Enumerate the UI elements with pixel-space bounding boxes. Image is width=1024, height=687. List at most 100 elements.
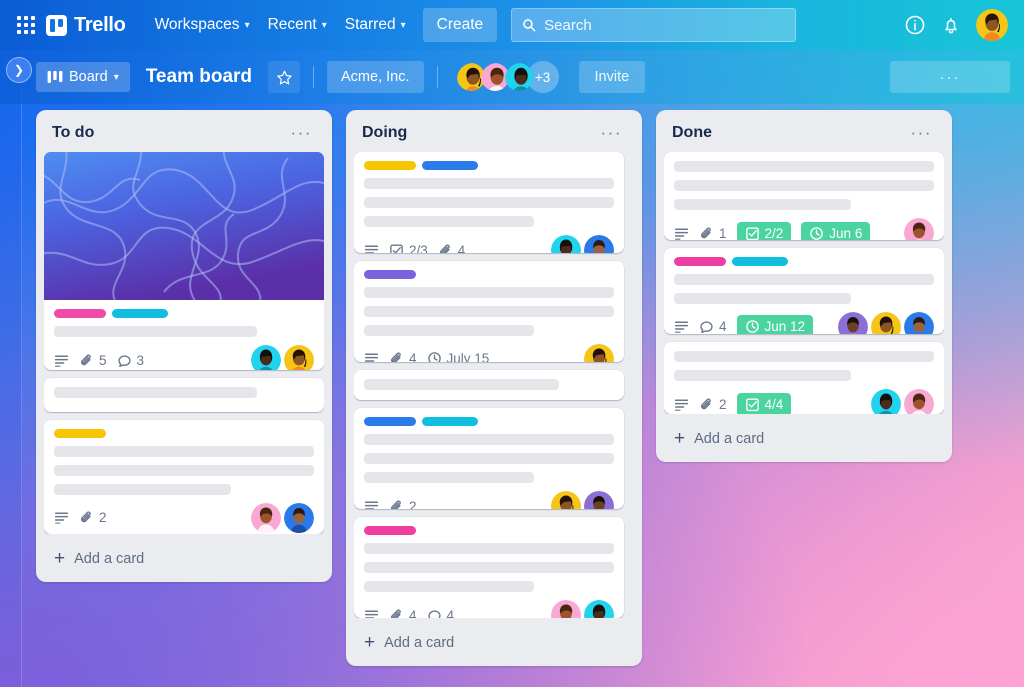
board-title[interactable]: Team board — [140, 62, 258, 92]
card-body: 2 — [354, 408, 624, 509]
card[interactable]: 2 — [44, 419, 324, 534]
attachment-icon — [701, 226, 711, 238]
card-clock-badge[interactable]: Jun 6 — [801, 221, 871, 240]
card-label[interactable] — [422, 161, 478, 170]
collapsed-sidebar-rail — [0, 50, 22, 687]
clock-icon — [745, 320, 759, 334]
board-view-switcher[interactable]: Board ▾ — [36, 62, 130, 92]
card[interactable]: 4 July 15 — [354, 260, 624, 362]
card-label[interactable] — [364, 161, 416, 170]
card-label[interactable] — [112, 309, 168, 318]
card[interactable]: 1 2/2 Jun 6 — [664, 152, 944, 240]
meta-value: 2 — [99, 510, 107, 526]
card-checklist-badge[interactable]: 2/2 — [736, 221, 792, 240]
card[interactable]: 2 4/4 — [664, 342, 944, 414]
add-card-button[interactable]: + Add a card — [44, 540, 324, 576]
card-meta-row: 2/3 4 — [364, 235, 614, 253]
nav-workspaces[interactable]: Workspaces ▾ — [146, 9, 259, 41]
search-box[interactable] — [511, 8, 797, 42]
card[interactable]: 5 3 — [44, 152, 324, 370]
card[interactable]: 2 — [354, 408, 624, 509]
avatar-blue-m[interactable] — [904, 311, 934, 335]
attachment-icon — [81, 511, 91, 523]
avatar-pink-m[interactable] — [904, 389, 934, 414]
card-title-placeholder — [364, 286, 614, 298]
avatar-cyan-f[interactable] — [251, 345, 281, 370]
card[interactable]: 4 4 — [354, 517, 624, 618]
list-menu-button[interactable]: ··· — [597, 124, 626, 141]
avatar-pink-m[interactable] — [904, 218, 934, 240]
description-icon — [54, 512, 69, 525]
card[interactable]: 2/3 4 — [354, 152, 624, 253]
search-icon — [523, 19, 536, 32]
card-members — [904, 218, 934, 240]
member-avatar-3[interactable] — [503, 61, 535, 93]
search-input[interactable] — [544, 16, 786, 34]
avatar-blue-m[interactable] — [284, 502, 314, 533]
attachment-icon — [391, 499, 401, 509]
card-label[interactable] — [54, 428, 106, 438]
card-label[interactable] — [422, 417, 478, 427]
list-cards-container[interactable]: 2/3 4 4 July 15 2 4 4 — [354, 152, 634, 618]
nav-recent[interactable]: Recent ▾ — [259, 9, 336, 41]
card[interactable]: 4 Jun 12 — [664, 247, 944, 335]
card-title-placeholder — [674, 273, 934, 285]
card-subtitle-placeholder — [674, 370, 851, 382]
list-menu-button[interactable]: ··· — [287, 124, 316, 141]
card-members — [551, 235, 614, 253]
create-button[interactable]: Create — [422, 8, 498, 42]
meta-value: 4 — [446, 607, 455, 618]
avatar-yellow-f[interactable] — [871, 311, 901, 335]
workspace-name-chip[interactable]: Acme, Inc. — [327, 61, 424, 93]
description-icon — [364, 353, 379, 362]
avatar-cyan-f[interactable] — [551, 235, 581, 253]
avatar-purple-m[interactable] — [584, 491, 614, 509]
avatar-yellow-f[interactable] — [584, 343, 614, 362]
avatar-blue-m[interactable] — [584, 235, 614, 253]
avatar-yellow-f[interactable] — [284, 345, 314, 370]
add-card-button[interactable]: + Add a card — [664, 420, 944, 456]
card-label[interactable] — [674, 256, 726, 266]
clock-icon — [427, 352, 441, 362]
card-checklist-badge[interactable]: 4/4 — [736, 392, 792, 414]
apps-grid-icon[interactable] — [14, 13, 38, 37]
avatar-cyan-f[interactable] — [871, 389, 901, 414]
meta-value: July 15 — [446, 351, 490, 362]
card-label[interactable] — [364, 526, 416, 535]
add-card-button[interactable]: + Add a card — [354, 624, 634, 660]
card-label[interactable] — [364, 417, 416, 427]
card-meta-row: 4 Jun 12 — [674, 311, 934, 335]
avatar-purple-m[interactable] — [838, 311, 868, 335]
star-board-button[interactable] — [268, 61, 301, 93]
card-title-placeholder — [364, 434, 614, 446]
trello-logo[interactable]: Trello — [46, 14, 126, 37]
add-card-label: Add a card — [74, 551, 145, 567]
card[interactable] — [44, 377, 324, 412]
card-body: 2 4/4 — [664, 342, 944, 414]
card-clock-badge[interactable]: Jun 12 — [736, 315, 814, 335]
card-title-placeholder — [674, 180, 934, 191]
avatar-yellow-f[interactable] — [551, 491, 581, 509]
meta-value: 2 — [719, 396, 727, 412]
card-comment-count: 4 — [699, 319, 727, 334]
board-members-group: +3 — [455, 61, 559, 93]
sidebar-expand-toggle[interactable]: ❯ — [6, 57, 32, 83]
card-label[interactable] — [54, 309, 106, 318]
account-avatar[interactable] — [976, 9, 1008, 41]
nav-starred[interactable]: Starred ▾ — [336, 9, 415, 41]
info-circle-icon[interactable] — [904, 14, 926, 36]
description-icon — [674, 399, 689, 411]
card[interactable] — [354, 369, 624, 401]
list-menu-button[interactable]: ··· — [907, 124, 936, 141]
card-description-indicator — [674, 226, 689, 240]
invite-button[interactable]: Invite — [578, 61, 646, 93]
notification-bell-icon[interactable] — [940, 14, 962, 36]
avatar-cyan-f[interactable] — [584, 600, 614, 618]
avatar-pink-m[interactable] — [551, 600, 581, 618]
comment-icon — [117, 354, 131, 367]
board-menu-button[interactable]: ··· — [890, 61, 1010, 93]
add-card-label: Add a card — [384, 635, 455, 651]
card-label[interactable] — [364, 269, 416, 279]
avatar-pink-m[interactable] — [251, 502, 281, 533]
card-label[interactable] — [732, 256, 788, 266]
